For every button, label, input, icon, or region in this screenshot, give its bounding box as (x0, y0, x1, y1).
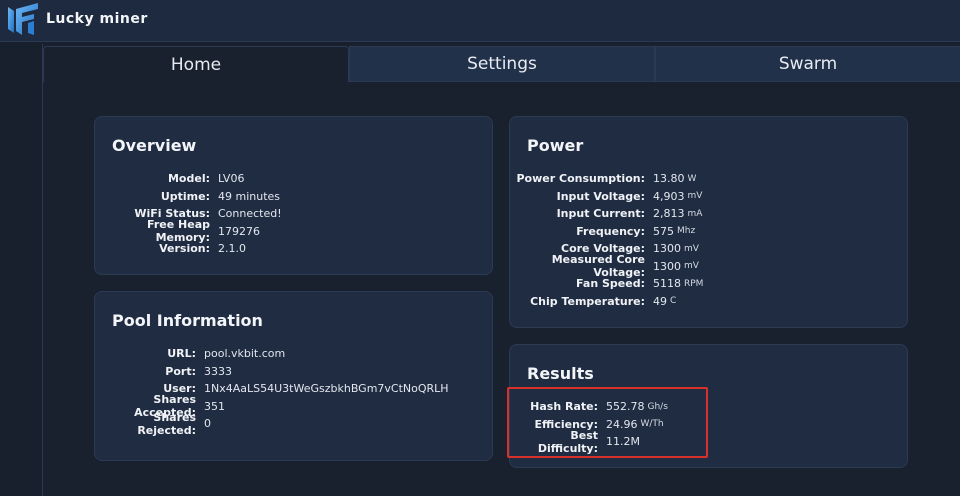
row-label: Shares Rejected: (137, 410, 196, 437)
row-value: 5118 (653, 277, 681, 291)
info-row: Chip Temperature: 49 C (510, 293, 703, 311)
row-unit: W (687, 173, 697, 184)
row-value: 1300 (653, 259, 681, 273)
row-label: Model: (167, 172, 210, 186)
row-unit: mV (684, 243, 699, 254)
row-label: Input Current: (556, 207, 645, 221)
results-card: Results Hash Rate: 552.78 Gh/s Efficiency: 2… (509, 344, 908, 468)
info-row: Frequency: 575 Mhz (510, 223, 703, 241)
row-value: 3333 (204, 364, 232, 378)
info-row: URL: pool.vkbit.com (95, 345, 449, 363)
row-unit: W/Th (640, 419, 664, 430)
tab-home[interactable]: Home (43, 46, 349, 82)
row-label: Hash Rate: (530, 400, 598, 414)
card-title: Pool Information (112, 311, 263, 330)
row-label: Measured Core Voltage: (551, 253, 645, 280)
row-unit: C (670, 296, 677, 307)
row-value: 575 (653, 224, 674, 238)
row-label: Chip Temperature: (530, 294, 645, 308)
info-row: Best Difficulty: 11.2M (510, 429, 668, 455)
brand-name: Lucky miner (46, 11, 148, 27)
row-value: 1300 (653, 242, 681, 256)
overview-card: Overview Model: LV06 Uptime: 49 minutes WiFi… (94, 116, 493, 275)
row-label: Free Heap Memory: (147, 218, 210, 245)
row-label: Power Consumption: (516, 172, 646, 186)
row-unit: Gh/s (647, 401, 668, 412)
tab-swarm[interactable]: Swarm (655, 46, 960, 82)
card-title: Overview (112, 136, 197, 155)
row-unit: mV (687, 191, 703, 202)
info-row: Power Consumption: 13.80 W (510, 170, 703, 188)
row-value: 49 (653, 294, 667, 308)
row-unit: RPM (684, 278, 704, 289)
lucky-miner-logo-icon (8, 3, 38, 35)
row-unit: mV (684, 261, 699, 272)
row-value: 13.80 (653, 172, 685, 186)
row-label: Uptime: (160, 189, 210, 203)
info-row: Fan Speed: 5118 RPM (510, 275, 703, 293)
row-label: Best Difficulty: (537, 428, 598, 455)
info-row: Hash Rate: 552.78 Gh/s (510, 398, 668, 416)
info-row: Version: 2.1.0 (95, 240, 282, 258)
card-title: Power (527, 136, 584, 155)
row-value: 4,903 (653, 189, 685, 203)
info-row: Model: LV06 (95, 170, 282, 188)
info-row: Uptime: 49 minutes (95, 188, 282, 206)
row-value: 2.1.0 (218, 242, 246, 256)
row-label: Fan Speed: (576, 277, 645, 291)
row-label: Input Voltage: (556, 189, 645, 203)
info-row: Input Current: 2,813 mA (510, 205, 703, 223)
row-unit: mA (687, 208, 703, 219)
card-title: Results (527, 364, 594, 383)
row-label: URL: (167, 347, 196, 361)
row-value: 0 (204, 417, 211, 431)
row-value: LV06 (218, 172, 245, 186)
row-value: pool.vkbit.com (204, 347, 286, 361)
info-row: Shares Rejected: 0 (95, 411, 449, 437)
row-unit: Mhz (677, 226, 696, 237)
pool-information-card: Pool Information URL: pool.vkbit.com Port:… (94, 291, 493, 461)
row-value: 49 minutes (218, 189, 281, 203)
row-value: 351 (204, 399, 225, 413)
info-row: Port: 3333 (95, 363, 449, 381)
row-value: 2,813 (653, 207, 685, 221)
row-value: 552.78 (606, 400, 645, 414)
row-value: 11.2M (606, 435, 640, 449)
row-value: 24.96 (606, 417, 638, 431)
row-label: Version: (159, 242, 210, 256)
row-value: 179276 (218, 224, 260, 238)
row-label: Frequency: (576, 224, 645, 238)
power-card: Power Power Consumption: 13.80 W Input Volt… (509, 116, 908, 328)
info-row: Free Heap Memory: 179276 (95, 218, 282, 244)
row-value: 1Nx4AaLS54U3tWeGszbkhBGm7vCtNoQRLH (204, 382, 449, 396)
row-label: Port: (165, 364, 196, 378)
tab-settings[interactable]: Settings (349, 46, 655, 82)
info-row: Input Voltage: 4,903 mV (510, 188, 703, 206)
row-value: Connected! (218, 207, 282, 221)
top-header: Lucky miner (0, 0, 960, 42)
tab-bar: Home Settings Swarm (43, 46, 960, 82)
info-row: Measured Core Voltage: 1300 mV (510, 253, 703, 279)
